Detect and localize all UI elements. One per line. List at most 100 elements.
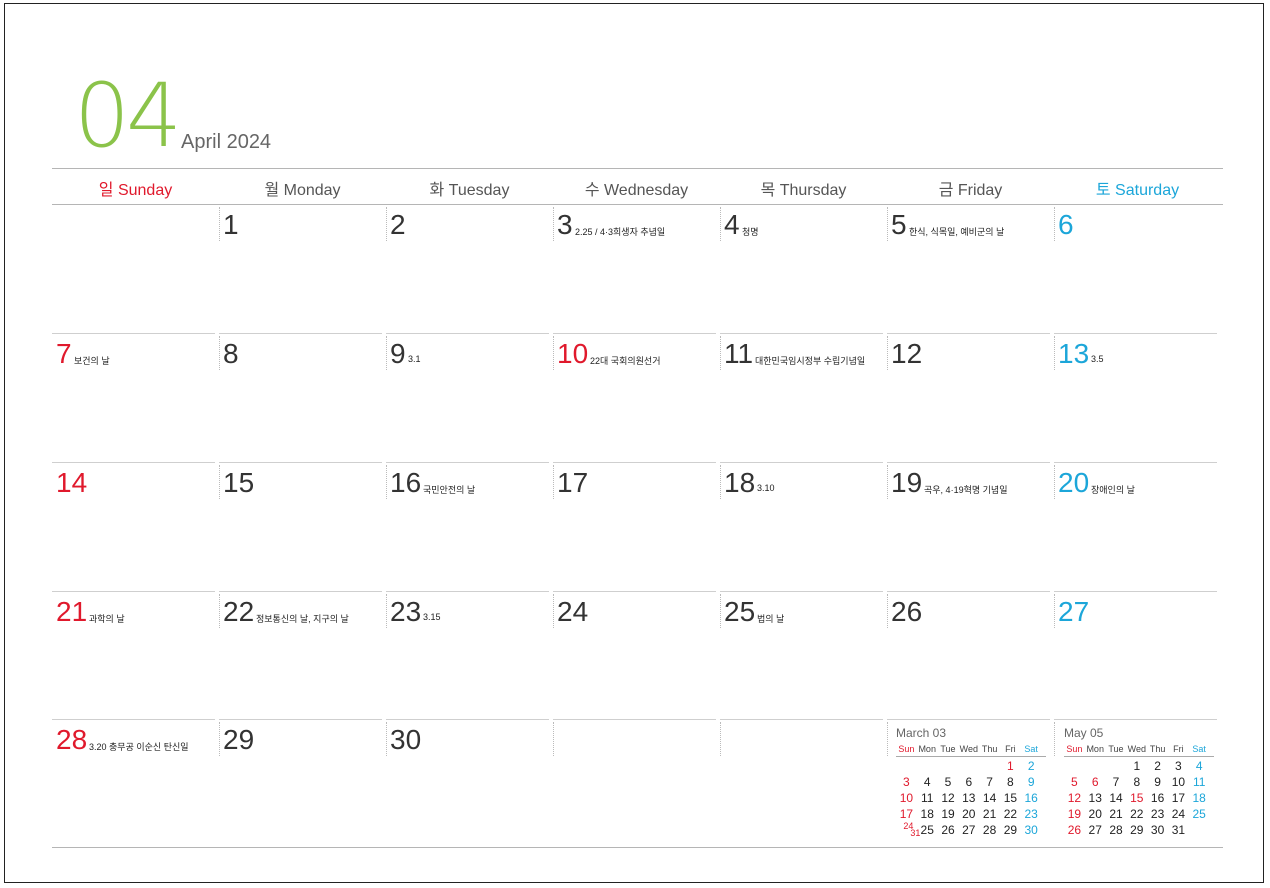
- mini-day: [938, 759, 959, 775]
- day-cell[interactable]: 27: [1054, 591, 1217, 720]
- weekday-friday: 금 Friday: [938, 182, 1003, 199]
- day-note: 한식, 식목일, 예비군의 날: [909, 227, 1005, 237]
- day-number: 11: [724, 338, 754, 369]
- mini-weekday: Fri: [1173, 744, 1184, 754]
- day-cell[interactable]: 25 법의 날: [720, 591, 883, 720]
- mini-weekday: Mon: [1086, 744, 1104, 754]
- mini-day: 3: [1175, 759, 1182, 773]
- day-cell[interactable]: 7 보건의 날: [52, 333, 215, 462]
- cell-divider: [553, 336, 554, 370]
- mini-day: 30: [1150, 823, 1165, 837]
- mini-calendar-title: March 03: [896, 726, 947, 740]
- day-note: 청명: [742, 227, 759, 237]
- day-number: 14: [56, 467, 88, 498]
- day-cell[interactable]: 12: [887, 333, 1050, 462]
- day-cell[interactable]: 13 3.5: [1054, 333, 1217, 462]
- mini-calendar: May 05 Sun Mon Tue Wed Thu Fri Sat 1 2 3 4 5 6 7 8 9 10 11…: [1064, 726, 1214, 839]
- mini-week-row: 1234: [1064, 759, 1214, 775]
- mini-weekday: Sun: [898, 744, 915, 754]
- weekday-monday: 월 Monday: [264, 182, 341, 199]
- weekday-saturday: 토 Saturday: [1095, 182, 1180, 199]
- day-cell[interactable]: 28 3.20 충무공 이순신 탄신일: [52, 719, 215, 848]
- day-cell[interactable]: 30: [386, 719, 549, 848]
- mini-day: 15: [1003, 791, 1018, 805]
- day-cell[interactable]: 20 장애인의 날: [1054, 462, 1217, 591]
- day-cell[interactable]: 18 3.10: [720, 462, 883, 591]
- day-note: 정보통신의 날, 지구의 날: [256, 614, 349, 624]
- mini-day: 27: [1088, 823, 1102, 837]
- header-top-rule: [52, 168, 1223, 169]
- cell-divider: [553, 722, 554, 756]
- mini-day: 18: [920, 807, 934, 821]
- mini-day: 19: [941, 807, 955, 821]
- day-cell[interactable]: 23 3.15: [386, 591, 549, 720]
- mini-day: 9: [1027, 775, 1035, 789]
- mini-day: [896, 759, 917, 775]
- day-number: 15: [223, 467, 255, 498]
- day-cell[interactable]: 9 3.1: [386, 333, 549, 462]
- day-cell[interactable]: 10 22대 국회의원선거: [553, 333, 716, 462]
- day-cell[interactable]: 8: [219, 333, 382, 462]
- day-cell[interactable]: 26: [887, 591, 1050, 720]
- mini-day: 13: [962, 791, 976, 805]
- day-cell[interactable]: [52, 205, 215, 333]
- day-cell[interactable]: [720, 719, 883, 848]
- mini-day: 11: [1192, 775, 1206, 789]
- day-cell[interactable]: 21 과학의 날: [52, 591, 215, 720]
- day-cell[interactable]: 5 한식, 식목일, 예비군의 날: [887, 205, 1050, 333]
- mini-day: 23: [1150, 807, 1165, 821]
- day-cell[interactable]: 29: [219, 719, 382, 848]
- day-cell[interactable]: 6: [1054, 205, 1217, 333]
- mini-day: 13: [1088, 791, 1102, 805]
- day-cell[interactable]: 4 청명: [720, 205, 883, 333]
- day-number: 3: [557, 209, 573, 240]
- day-cell[interactable]: 2: [386, 205, 549, 333]
- mini-day: 14: [982, 791, 997, 805]
- weekday-thursday: 목 Thursday: [760, 182, 847, 199]
- mini-day: 21: [1109, 807, 1123, 821]
- mini-weekday: Thu: [1149, 744, 1166, 754]
- day-number: 2: [390, 209, 406, 240]
- day-note: 3.1: [408, 354, 421, 364]
- day-cell[interactable]: 24: [553, 591, 716, 720]
- day-cell[interactable]: 22 정보통신의 날, 지구의 날: [219, 591, 382, 720]
- day-number: 20: [1058, 467, 1090, 498]
- day-cell[interactable]: 14: [52, 462, 215, 591]
- mini-day: 10: [1171, 775, 1186, 789]
- day-cell[interactable]: [553, 719, 716, 848]
- day-cell[interactable]: 1: [219, 205, 382, 333]
- day-number: 19: [891, 467, 923, 498]
- day-number: 10: [557, 338, 589, 369]
- day-number: 8: [223, 338, 239, 369]
- day-cell[interactable]: 16 국민안전의 날: [386, 462, 549, 591]
- day-number: 6: [1058, 209, 1074, 240]
- mini-day: 1: [1133, 759, 1141, 773]
- day-cell[interactable]: 3 2.25 / 4·3희생자 추념일: [553, 205, 716, 333]
- mini-week-row: 5 6 7 8 9 10 11: [1064, 775, 1214, 791]
- day-note: 3.10: [757, 483, 775, 493]
- day-note: 3.15: [423, 612, 441, 622]
- mini-day: 14: [1109, 791, 1123, 805]
- mini-day: 18: [1192, 791, 1206, 805]
- cell-divider: [887, 336, 888, 370]
- day-note: 3.5: [1091, 354, 1104, 364]
- day-cell[interactable]: 11 대한민국임시정부 수립기념일: [720, 333, 883, 462]
- mini-day: 10: [899, 791, 914, 805]
- day-cell[interactable]: 17: [553, 462, 716, 591]
- mini-day: [1085, 759, 1106, 775]
- day-note: 장애인의 날: [1091, 485, 1135, 495]
- mini-day: 1: [1007, 759, 1014, 773]
- mini-day: 30: [1024, 823, 1038, 837]
- cell-divider: [219, 465, 220, 499]
- day-cell[interactable]: 15: [219, 462, 382, 591]
- day-number: 27: [1058, 596, 1090, 627]
- day-number: 5: [891, 209, 907, 240]
- mini-day: 5: [1071, 775, 1078, 789]
- cell-divider: [720, 465, 721, 499]
- mini-day: 8: [1007, 775, 1014, 789]
- cell-divider: [1054, 336, 1055, 370]
- mini-day: [958, 759, 979, 775]
- day-cell[interactable]: 19 곡우, 4·19혁명 기념일: [887, 462, 1050, 591]
- mini-weekday: Wed: [1127, 744, 1146, 754]
- mini-day: 24: [1171, 807, 1186, 821]
